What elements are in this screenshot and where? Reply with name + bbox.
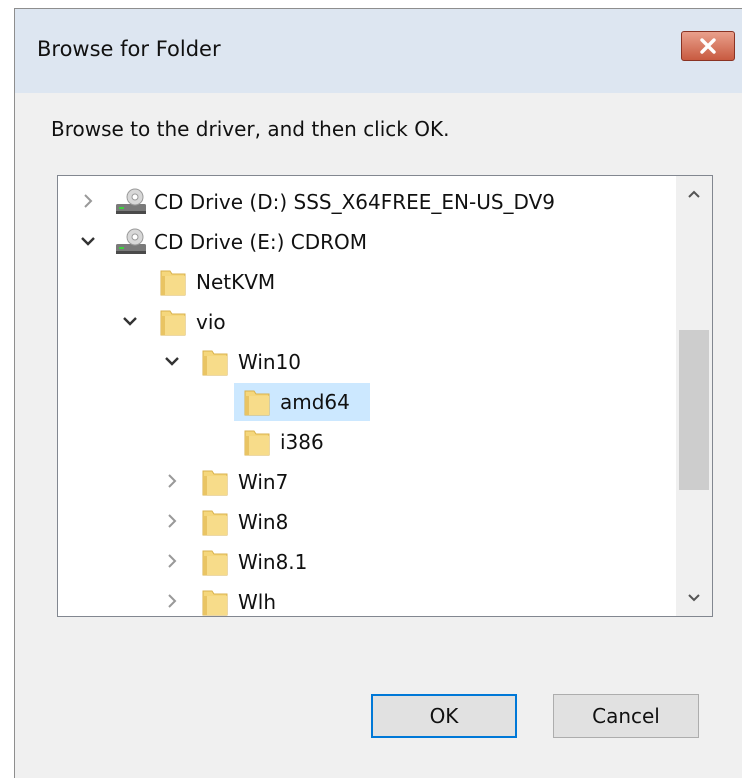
tree-item-wlh[interactable]: Wlh	[58, 582, 676, 616]
cd-drive-icon	[114, 227, 148, 257]
folder-tree[interactable]: CD Drive (D:) SSS_X64FREE_EN-US_DV9 CD Dr…	[57, 175, 713, 617]
tree-item-label: amd64	[280, 390, 350, 414]
folder-icon	[240, 387, 274, 417]
tree-item-netkvm[interactable]: NetKVM	[58, 262, 676, 302]
tree-item-label: Win8.1	[238, 550, 308, 574]
tree-item-label: Win10	[238, 350, 302, 374]
folder-icon	[240, 427, 274, 457]
browse-for-folder-dialog: Browse for Folder Browse to the driver, …	[14, 8, 742, 778]
folder-icon	[198, 347, 232, 377]
tree-item-i386[interactable]: i386	[58, 422, 676, 462]
tree-item-label: Win7	[238, 470, 289, 494]
chevron-right-icon	[84, 194, 93, 208]
instruction-text: Browse to the driver, and then click OK.	[51, 117, 450, 141]
tree-item-label: CD Drive (E:) CDROM	[154, 230, 367, 254]
chevron-down-icon	[688, 594, 700, 602]
close-icon	[700, 38, 716, 54]
tree-item-win8[interactable]: Win8	[58, 502, 676, 542]
dialog-body: Browse to the driver, and then click OK.…	[15, 93, 742, 778]
expand-toggle[interactable]	[162, 351, 182, 371]
tree-item-label: i386	[280, 430, 324, 454]
ok-button[interactable]: OK	[371, 694, 517, 738]
expand-toggle[interactable]	[78, 231, 98, 251]
folder-icon	[156, 307, 190, 337]
tree-item-vio[interactable]: vio	[58, 302, 676, 342]
collapse-toggle[interactable]	[78, 191, 98, 211]
cd-drive-icon	[114, 187, 148, 217]
vertical-scrollbar[interactable]	[676, 176, 712, 616]
folder-icon	[198, 467, 232, 497]
chevron-right-icon	[168, 474, 177, 488]
tree-item-cd-drive-e-cdrom[interactable]: CD Drive (E:) CDROM	[58, 222, 676, 262]
folder-icon	[198, 547, 232, 577]
tree-item-amd64[interactable]: amd64	[58, 382, 676, 422]
tree-item-label: Win8	[238, 510, 289, 534]
scrollbar-thumb[interactable]	[679, 330, 709, 490]
tree-item-win7[interactable]: Win7	[58, 462, 676, 502]
folder-icon	[198, 587, 232, 616]
dialog-title: Browse for Folder	[37, 37, 221, 61]
tree-item-label: Wlh	[238, 590, 277, 614]
tree-item-win8-1[interactable]: Win8.1	[58, 542, 676, 582]
chevron-right-icon	[168, 554, 177, 568]
cancel-button[interactable]: Cancel	[553, 694, 699, 738]
chevron-right-icon	[168, 514, 177, 528]
collapse-toggle[interactable]	[162, 551, 182, 571]
collapse-toggle[interactable]	[162, 511, 182, 531]
folder-icon	[156, 267, 190, 297]
collapse-toggle[interactable]	[162, 591, 182, 611]
chevron-up-icon	[688, 190, 700, 198]
title-bar[interactable]: Browse for Folder	[15, 9, 742, 93]
tree-item-label: vio	[196, 310, 226, 334]
scroll-up-button[interactable]	[676, 176, 712, 212]
tree-item-cd-drive-d-sss-x64free-en-us-dv9[interactable]: CD Drive (D:) SSS_X64FREE_EN-US_DV9	[58, 182, 676, 222]
chevron-right-icon	[168, 594, 177, 608]
collapse-toggle[interactable]	[162, 471, 182, 491]
tree-item-win10[interactable]: Win10	[58, 342, 676, 382]
chevron-down-icon	[81, 237, 95, 246]
tree-item-label: NetKVM	[196, 270, 276, 294]
scroll-down-button[interactable]	[676, 580, 712, 616]
close-button[interactable]	[681, 31, 735, 61]
tree-item-label: CD Drive (D:) SSS_X64FREE_EN-US_DV9	[154, 190, 556, 214]
expand-toggle[interactable]	[120, 311, 140, 331]
folder-icon	[198, 507, 232, 537]
chevron-down-icon	[165, 357, 179, 366]
chevron-down-icon	[123, 317, 137, 326]
